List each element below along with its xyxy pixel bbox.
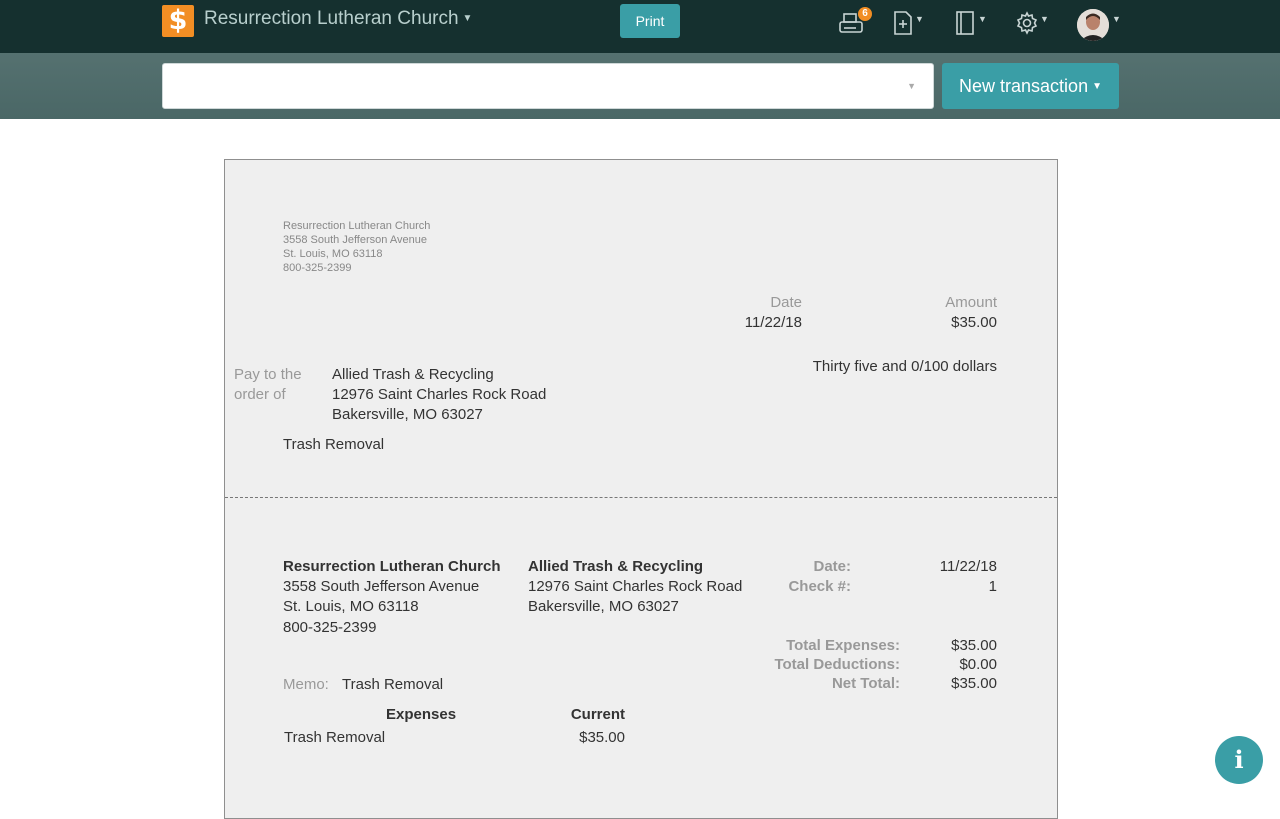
settings-gear-icon[interactable] (1015, 10, 1039, 42)
stub-check-number-label: Check #: (788, 578, 851, 595)
total-deductions-label: Total Deductions: (774, 656, 900, 673)
stub-check-number: 1 (988, 578, 997, 595)
top-nav-bar: $ Resurrection Lutheran Church ▼ Print 6 … (0, 0, 1280, 53)
print-queue-badge: 6 (858, 7, 872, 21)
expense-row-name: Trash Removal (284, 729, 386, 746)
stub-payee-name: Allied Trash & Recycling (528, 558, 704, 575)
stub-payer-address-line-1: 3558 South Jefferson Avenue (283, 578, 480, 595)
chevron-down-icon[interactable]: ▼ (915, 14, 924, 24)
check-memo: Trash Removal (283, 436, 385, 453)
order-of-label: order of (234, 386, 286, 403)
chevron-down-icon: ▼ (1092, 81, 1102, 93)
print-button[interactable]: Print (620, 4, 680, 38)
total-expenses: $35.00 (951, 637, 997, 654)
amount-in-words: Thirty five and 0/100 dollars (812, 358, 997, 375)
user-avatar[interactable] (1077, 9, 1109, 41)
net-total: $35.00 (951, 675, 997, 692)
ledger-book-icon[interactable] (954, 10, 976, 42)
stub-date-label: Date: (813, 558, 851, 575)
new-transaction-button[interactable]: New transaction ▼ (942, 63, 1119, 109)
stub-payer-phone: 800-325-2399 (283, 619, 377, 636)
stub-date: 11/22/18 (939, 558, 997, 575)
chevron-down-icon: ▼ (462, 13, 473, 25)
payee-address-line-1: 12976 Saint Charles Rock Road (332, 386, 547, 403)
stub-memo: Trash Removal (342, 676, 444, 693)
chevron-down-icon: ▼ (907, 81, 916, 91)
stub-payer-address-line-2: St. Louis, MO 63118 (283, 598, 419, 615)
payer-address-line-1: 3558 South Jefferson Avenue (283, 234, 427, 246)
payee-address-line-2: Bakersville, MO 63027 (332, 406, 483, 423)
payee-name: Allied Trash & Recycling (332, 366, 494, 383)
new-transaction-label: New transaction (959, 76, 1089, 96)
chevron-down-icon[interactable]: ▼ (978, 14, 987, 24)
check-date: 11/22/18 (744, 314, 802, 331)
current-column-header: Current (570, 706, 625, 723)
payer-address-line-2: St. Louis, MO 63118 (283, 248, 383, 260)
check-amount-label: Amount (945, 294, 997, 311)
organization-name: Resurrection Lutheran Church (204, 8, 459, 29)
total-expenses-label: Total Expenses: (786, 637, 900, 654)
check-preview: Resurrection Lutheran Church 3558 South … (224, 159, 1058, 819)
transaction-search-select[interactable]: ▼ (162, 63, 934, 109)
stub-payee-address-line-2: Bakersville, MO 63027 (528, 598, 679, 615)
organization-switcher[interactable]: Resurrection Lutheran Church ▼ (204, 8, 472, 30)
pay-to-label: Pay to the (234, 366, 302, 383)
stub-payer-name: Resurrection Lutheran Church (283, 558, 501, 575)
payer-name: Resurrection Lutheran Church (283, 220, 431, 232)
chevron-down-icon[interactable]: ▼ (1112, 14, 1121, 24)
chevron-down-icon[interactable]: ▼ (1040, 14, 1049, 24)
new-document-icon[interactable] (893, 10, 913, 42)
stub-memo-label: Memo: (283, 676, 329, 693)
payer-phone: 800-325-2399 (283, 262, 352, 274)
check-date-label: Date (770, 294, 802, 311)
dollar-logo-icon[interactable]: $ (162, 5, 194, 37)
expense-row-amount: $35.00 (579, 729, 625, 746)
expenses-column-header: Expenses (386, 706, 457, 723)
info-icon[interactable]: i (1215, 736, 1263, 784)
stub-payee-address-line-1: 12976 Saint Charles Rock Road (528, 578, 743, 595)
check-amount: $35.00 (951, 314, 997, 331)
total-deductions: $0.00 (959, 656, 997, 673)
perforation-line (225, 497, 1057, 498)
net-total-label: Net Total: (831, 675, 900, 692)
